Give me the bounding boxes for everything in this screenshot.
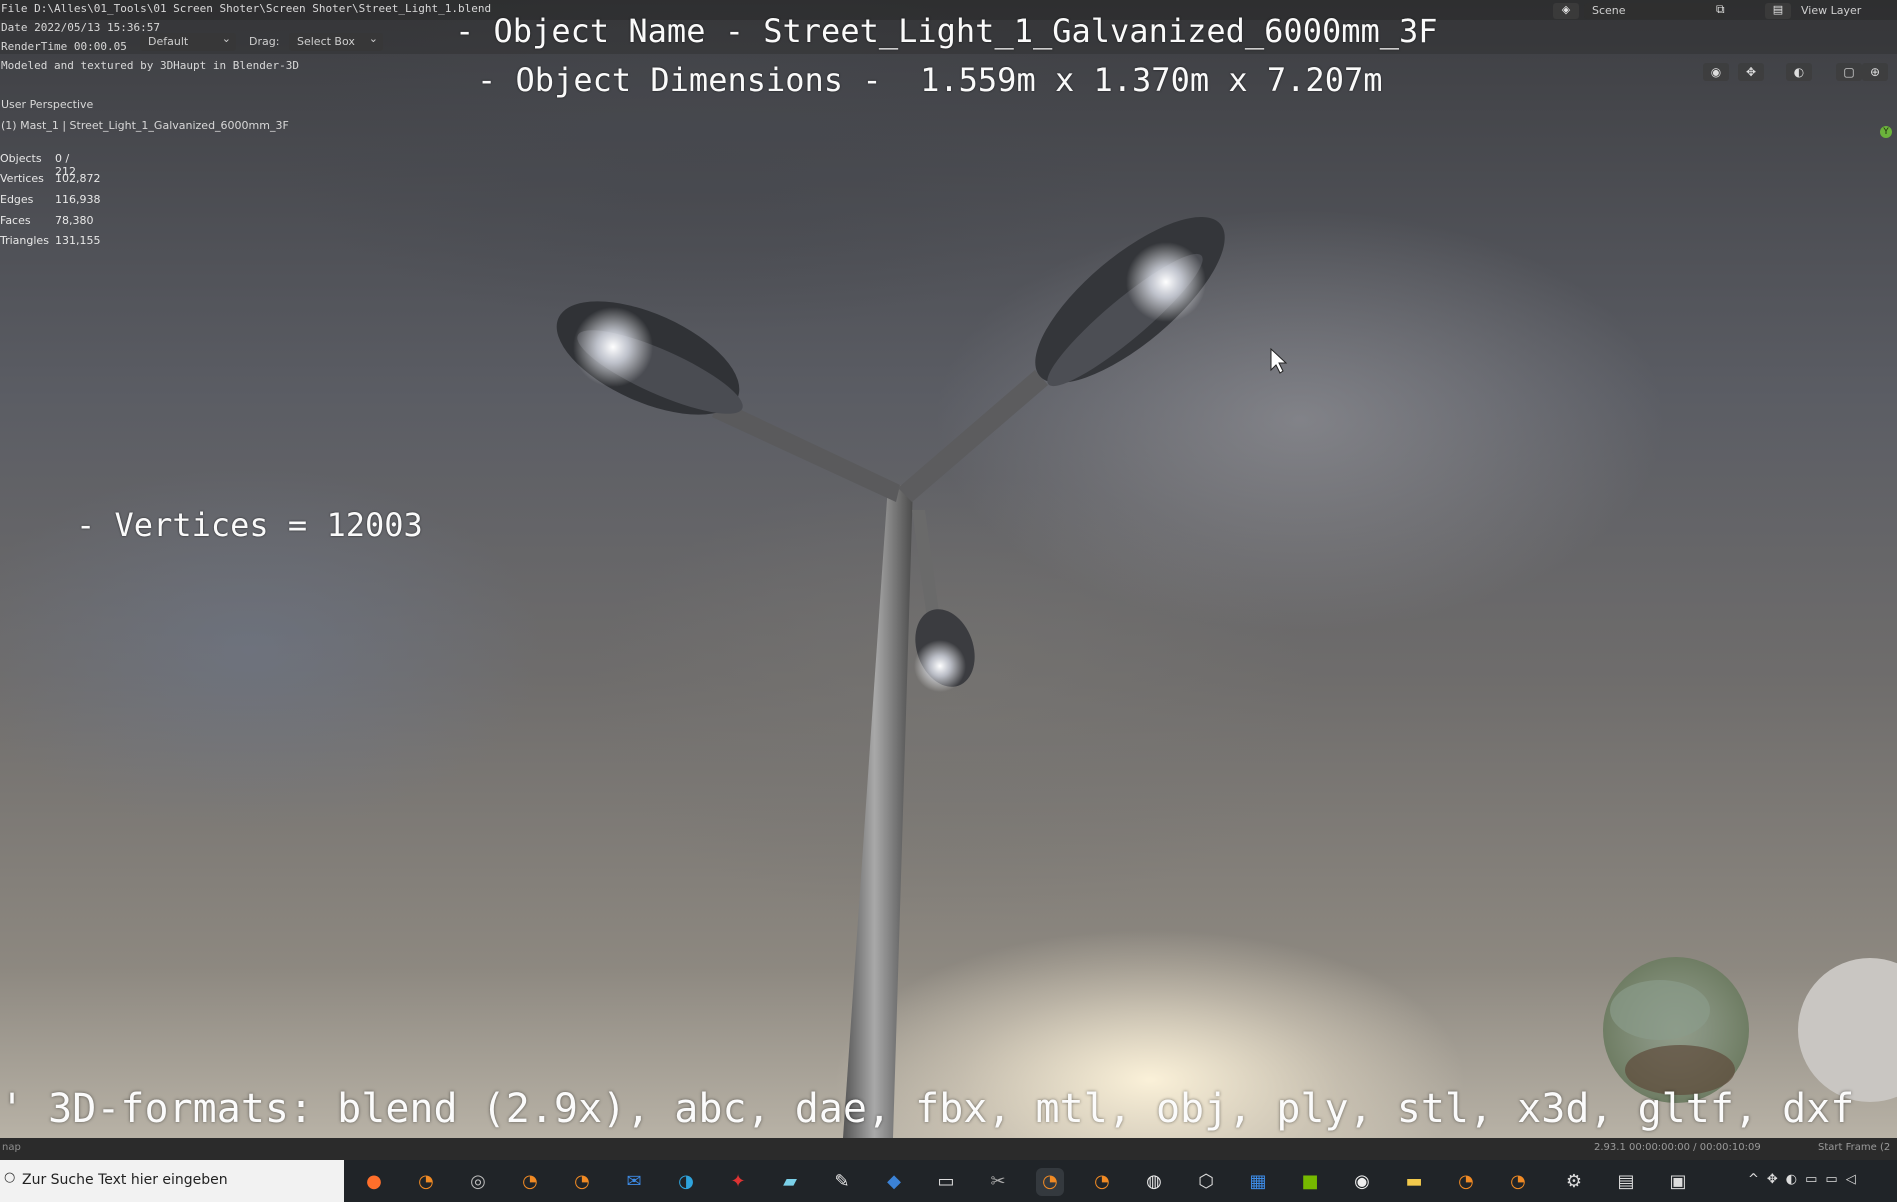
settings-icon[interactable]: ⚙ [1560,1168,1588,1196]
status-right: Start Frame (2 [1818,1142,1891,1153]
blender-icon[interactable]: ◔ [1504,1168,1532,1196]
obs-icon[interactable]: ◎ [464,1168,492,1196]
folder-icon[interactable]: ▬ [1400,1168,1428,1196]
drag-label: Drag: [249,35,280,48]
edge-icon[interactable]: ◑ [672,1168,700,1196]
stat-vertices: Vertices 102,872 [0,172,101,185]
orientation-dropdown[interactable]: Default [140,30,236,51]
search-input[interactable]: Zur Suche Text hier eingeben [22,1172,228,1188]
stat-edges: Edges 116,938 [0,193,101,206]
3d-viewport[interactable]: File D:\Alles\01_Tools\01 Screen Shoter\… [0,0,1897,1138]
street-light-render [556,216,1897,1138]
xray-icon[interactable]: ▢ [1836,63,1862,81]
store-icon[interactable]: ◆ [880,1168,908,1196]
overlay-toggle-icon[interactable]: ◐ [1786,63,1812,81]
mail-icon[interactable]: ✉ [620,1168,648,1196]
object-name-overlay: - Object Name - Street_Light_1_Galvanize… [455,12,1438,50]
notepad-icon[interactable]: ▰ [776,1168,804,1196]
app-icon[interactable]: ✦ [724,1168,752,1196]
selection-label: (1) Mast_1 | Street_Light_1_Galvanized_6… [1,119,289,132]
vertices-overlay: - Vertices = 12003 [76,506,423,544]
search-icon: ○ [4,1170,16,1185]
credit-label: Modeled and textured by 3DHaupt in Blend… [1,59,300,72]
tool-icon[interactable]: ✂ [984,1168,1012,1196]
render-time-label: RenderTime 00:00.05 [1,40,127,53]
shading-wire-icon[interactable]: ⊕ [1862,63,1888,81]
date-label: Date 2022/05/13 15:36:57 [1,21,160,34]
explorer-icon[interactable]: ▣ [1664,1168,1692,1196]
blender-icon[interactable]: ◔ [1036,1168,1064,1196]
status-bar: nap 2.93.1 00:00:00:00 / 00:00:10:09 Sta… [0,1138,1897,1160]
drag-mode-dropdown[interactable]: Select Box [289,30,383,51]
printer-icon[interactable]: ▤ [1612,1168,1640,1196]
gizmo-toggle-icon[interactable]: ✥ [1738,63,1764,81]
blender-icon[interactable]: ◔ [1452,1168,1480,1196]
status-left: nap [2,1142,21,1153]
visibility-icon[interactable]: ◉ [1703,63,1729,81]
blender-icon[interactable]: ◔ [516,1168,544,1196]
taskbar-search[interactable]: ○ Zur Suche Text hier eingeben [0,1160,344,1202]
view-layer-icon[interactable]: ▤ [1765,3,1791,19]
paint-icon[interactable]: ✎ [828,1168,856,1196]
box-icon[interactable]: ⬡ [1192,1168,1220,1196]
stat-faces: Faces 78,380 [0,214,94,227]
object-dimensions-overlay: - Object Dimensions - 1.559m x 1.370m x … [477,61,1383,99]
new-scene-icon[interactable]: ⧉ [1716,2,1725,17]
media-icon[interactable]: ◉ [1348,1168,1376,1196]
panda-icon[interactable]: ◍ [1140,1168,1168,1196]
stat-objects: Objects 0 / 212 [0,152,76,178]
view-layer-field[interactable]: View Layer [1801,4,1861,17]
formats-overlay: ' 3D-formats: blend (2.9x), abc, dae, fb… [0,1086,1855,1132]
terminal-icon[interactable]: ▭ [932,1168,960,1196]
blender-icon[interactable]: ◔ [1088,1168,1116,1196]
calendar-icon[interactable]: ▦ [1244,1168,1272,1196]
scene-field[interactable]: Scene [1584,3,1724,19]
gizmo-y-axis[interactable]: Y [1880,126,1892,138]
system-tray[interactable]: ^✥◐▭▭◁ [1748,1172,1864,1187]
blender-icon[interactable]: ◔ [568,1168,596,1196]
file-path-label: File D:\Alles\01_Tools\01 Screen Shoter\… [1,2,492,15]
scene-icon[interactable]: ◈ [1553,3,1579,19]
stat-triangles: Triangles 131,155 [0,234,101,247]
blender-icon[interactable]: ◔ [412,1168,440,1196]
status-version: 2.93.1 00:00:00:00 / 00:00:10:09 [1594,1142,1761,1153]
firefox-icon[interactable]: ● [360,1168,388,1196]
perspective-label: User Perspective [1,98,94,111]
nvidia-icon[interactable]: ■ [1296,1168,1324,1196]
